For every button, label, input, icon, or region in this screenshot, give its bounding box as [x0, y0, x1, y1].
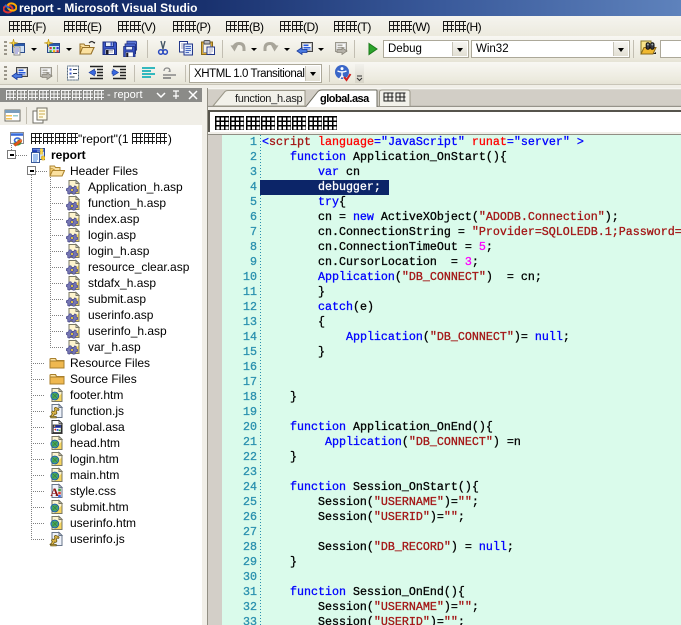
svg-text:global.asa: global.asa — [320, 93, 370, 105]
svg-text:A: A — [50, 485, 59, 499]
svg-text:function_h.asp: function_h.asp — [235, 93, 303, 105]
